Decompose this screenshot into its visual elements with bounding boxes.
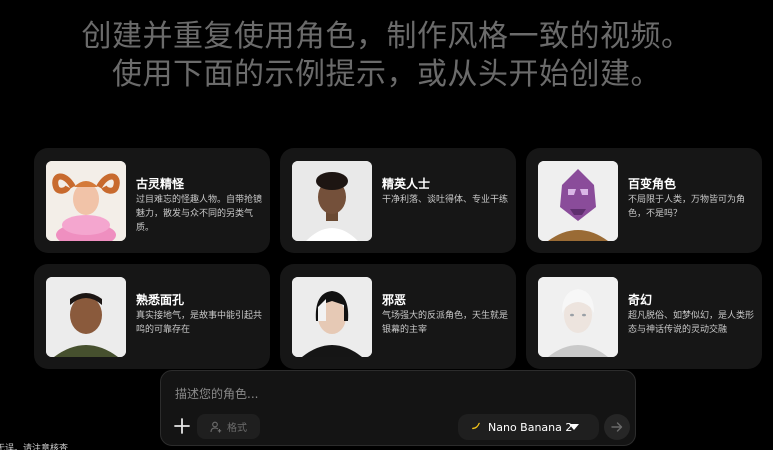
villain-character-image — [292, 277, 372, 357]
character-card-villain[interactable]: 邪恶 气场强大的反派角色，天生就是银幕的主宰 — [280, 264, 516, 369]
hero-heading: 创建并重复使用角色，制作风格一致的视频。 使用下面的示例提示，或从头开始创建。 — [0, 18, 773, 94]
card-description: 气场强大的反派角色，天生就是银幕的主宰 — [382, 311, 509, 335]
card-title: 奇幻 — [628, 293, 653, 307]
character-card-familiar[interactable]: 熟悉面孔 真实接地气，是故事中能引起共鸣的可靠存在 — [34, 264, 270, 369]
card-title: 古灵精怪 — [136, 177, 185, 191]
format-label: 格式 — [227, 423, 247, 434]
character-thumbnail — [292, 161, 372, 241]
card-description: 超凡脱俗、如梦似幻，是人类形态与神话传说的灵动交融 — [628, 311, 755, 335]
character-thumbnail — [538, 277, 618, 357]
person-add-icon — [210, 421, 222, 432]
card-title: 精英人士 — [382, 177, 431, 191]
plus-icon — [174, 418, 190, 434]
model-selector[interactable]: Nano Banana 2 — [458, 414, 599, 440]
character-card-fantasy[interactable]: 奇幻 超凡脱俗、如梦似幻，是人类形态与神话传说的灵动交融 — [526, 264, 762, 369]
character-thumbnail — [46, 161, 126, 241]
quirky-character-image — [46, 161, 126, 241]
arrow-right-icon — [611, 422, 623, 432]
add-button[interactable] — [171, 415, 193, 437]
character-thumbnail — [538, 161, 618, 241]
card-description: 干净利落、谈吐得体、专业干练 — [382, 195, 509, 205]
fantasy-character-image — [538, 277, 618, 357]
familiar-character-image — [46, 277, 126, 357]
disclaimer-text: 无误。请注意核查 — [0, 444, 69, 450]
elite-character-image — [292, 161, 372, 241]
character-thumbnail — [292, 277, 372, 357]
format-button[interactable]: 格式 — [197, 414, 260, 439]
character-thumbnail — [46, 277, 126, 357]
character-card-quirky[interactable]: 古灵精怪 过目难忘的怪趣人物。自带抢镜魅力，散发与众不同的另类气质。 — [34, 148, 270, 253]
model-label: Nano Banana 2 — [488, 420, 573, 434]
send-button[interactable] — [604, 414, 630, 440]
card-description: 真实接地气，是故事中能引起共鸣的可靠存在 — [136, 311, 263, 335]
versatile-character-image — [538, 161, 618, 241]
character-card-versatile[interactable]: 百变角色 不局限于人类，万物皆可为角色，不是吗？ — [526, 148, 762, 253]
hero-line-1: 创建并重复使用角色，制作风格一致的视频。 — [81, 19, 692, 54]
card-description: 过目难忘的怪趣人物。自带抢镜魅力，散发与众不同的另类气质。 — [136, 195, 263, 233]
character-card-elite[interactable]: 精英人士 干净利落、谈吐得体、专业干练 — [280, 148, 516, 253]
card-description: 不局限于人类，万物皆可为角色，不是吗？ — [628, 195, 746, 219]
card-title: 熟悉面孔 — [136, 293, 185, 307]
prompt-input[interactable]: 描述您的角色... — [175, 385, 258, 402]
banana-icon — [470, 420, 482, 435]
hero-line-2: 使用下面的示例提示，或从头开始创建。 — [112, 57, 661, 92]
page: 创建并重复使用角色，制作风格一致的视频。 使用下面的示例提示，或从头开始创建。 … — [0, 0, 773, 450]
caret-down-icon — [569, 424, 579, 430]
card-title: 百变角色 — [628, 177, 677, 191]
card-title: 邪恶 — [382, 293, 407, 307]
character-prompt-composer[interactable]: 描述您的角色... 格式 Nano Banana 2 — [160, 370, 636, 446]
